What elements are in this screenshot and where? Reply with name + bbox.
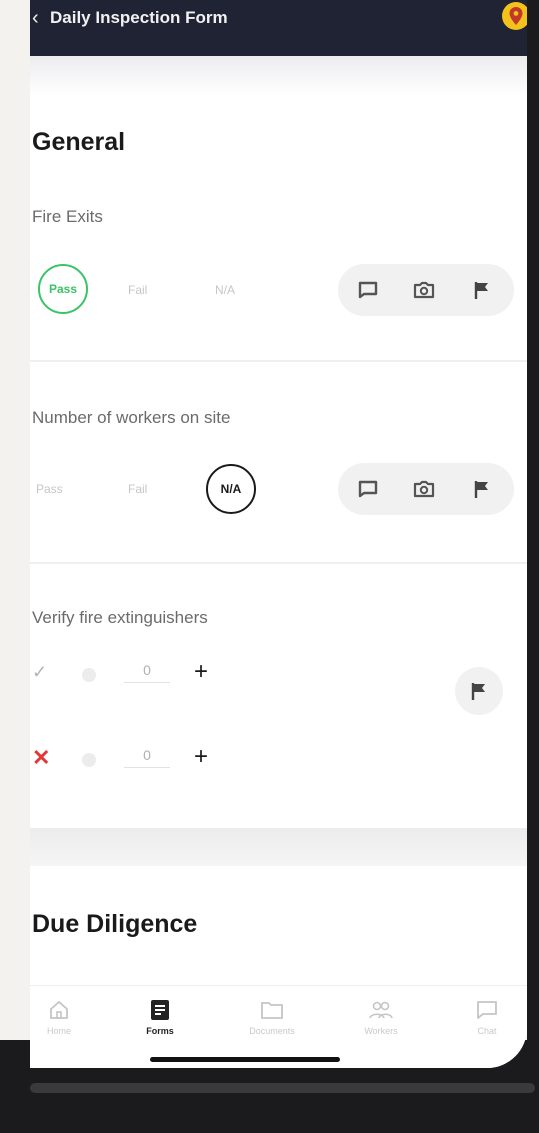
app-screen: ‹ Daily Inspection Form General Fire Exi…: [30, 0, 527, 1068]
forms-icon: [115, 998, 205, 1022]
home-indicator[interactable]: [150, 1057, 340, 1062]
camera-icon[interactable]: [412, 278, 436, 302]
tab-chat[interactable]: Chat: [442, 998, 527, 1036]
page-title: Daily Inspection Form: [50, 8, 228, 27]
increment-button[interactable]: +: [194, 658, 208, 686]
option-fail[interactable]: Fail: [128, 283, 147, 297]
option-na[interactable]: N/A: [215, 283, 235, 297]
question-actions: [338, 264, 514, 316]
tab-documents[interactable]: Documents: [227, 998, 317, 1036]
section-title-due-diligence: Due Diligence: [32, 910, 198, 938]
comment-icon[interactable]: [356, 477, 380, 501]
app-header: ‹ Daily Inspection Form: [30, 0, 527, 56]
tab-label: Home: [46, 1026, 71, 1036]
option-pass[interactable]: Pass: [36, 482, 63, 496]
decrement-button[interactable]: [82, 753, 96, 767]
tab-home[interactable]: Home: [30, 998, 104, 1036]
tab-forms[interactable]: Forms: [115, 998, 205, 1036]
divider: [30, 360, 527, 362]
phone-bezel-right: [527, 0, 539, 1133]
tab-label: Chat: [477, 1026, 497, 1036]
check-mark-icon: ✓: [32, 662, 48, 682]
question-actions: [338, 463, 514, 515]
camera-icon[interactable]: [412, 477, 436, 501]
counter-value[interactable]: 0: [124, 747, 170, 768]
home-icon: [30, 998, 104, 1022]
header-shadow: [30, 56, 527, 96]
phone-bezel-edge: [30, 1083, 535, 1093]
question-label-workers: Number of workers on site: [32, 408, 231, 427]
workers-icon: [336, 998, 426, 1022]
divider: [30, 562, 527, 564]
tab-label: Documents: [249, 1026, 295, 1036]
section-separator: [30, 828, 527, 866]
flag-icon[interactable]: [470, 477, 494, 501]
bottom-tab-bar: Home Forms Documents Workers Chat: [30, 985, 527, 1068]
decrement-button[interactable]: [82, 668, 96, 682]
option-na-selected[interactable]: N/A: [206, 464, 256, 514]
tab-label: Forms: [146, 1026, 174, 1036]
flag-button[interactable]: [455, 667, 503, 715]
counter-value[interactable]: 0: [124, 662, 170, 683]
counter-row-fail: ✕ 0 +: [30, 743, 280, 775]
chat-icon: [442, 998, 527, 1022]
increment-button[interactable]: +: [194, 743, 208, 771]
flag-icon[interactable]: [470, 278, 494, 302]
map-pin-icon[interactable]: [502, 2, 527, 30]
section-title-general: General: [32, 128, 126, 156]
tab-workers[interactable]: Workers: [336, 998, 426, 1036]
question-label-fire-exits: Fire Exits: [32, 207, 103, 226]
option-pass-selected[interactable]: Pass: [38, 264, 88, 314]
option-fail[interactable]: Fail: [128, 482, 147, 496]
question-label-extinguishers: Verify fire extinguishers: [32, 608, 208, 627]
counter-row-pass: ✓ 0 +: [30, 658, 280, 690]
back-button[interactable]: ‹: [32, 8, 39, 28]
folder-icon: [227, 998, 317, 1022]
comment-icon[interactable]: [356, 278, 380, 302]
cross-mark-icon: ✕: [32, 745, 51, 770]
flag-icon: [471, 683, 485, 700]
tab-label: Workers: [364, 1026, 398, 1036]
